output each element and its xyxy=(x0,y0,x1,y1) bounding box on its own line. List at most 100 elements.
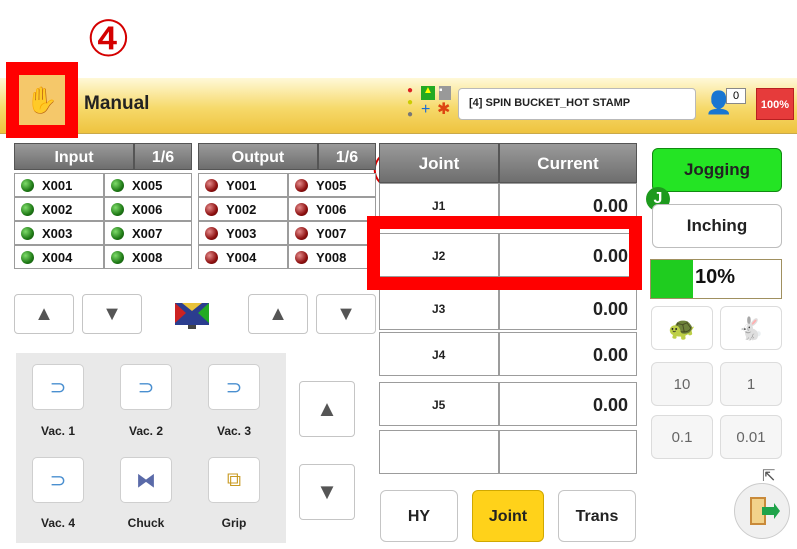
annotation-marker-4: ④ xyxy=(86,10,131,68)
bug-icon: ✱ xyxy=(437,101,451,118)
jogging-button[interactable]: Jogging xyxy=(652,148,782,192)
io-item: Y008 xyxy=(288,245,376,269)
step-10-button[interactable]: 10 xyxy=(651,362,713,406)
monitor-icon[interactable] xyxy=(168,294,216,334)
current-column-header: Current xyxy=(499,143,637,183)
io-item: X007 xyxy=(104,221,192,245)
io-item: Y004 xyxy=(198,245,288,269)
led-on-icon xyxy=(21,250,34,264)
joint-name: J5 xyxy=(379,382,499,426)
tab-trans[interactable]: Trans xyxy=(558,490,636,542)
warning-icon: ● xyxy=(407,97,414,108)
chuck-icon: ⧓ xyxy=(136,469,156,492)
io-item: X006 xyxy=(104,197,192,221)
led-on-icon xyxy=(111,178,124,192)
led-off-icon xyxy=(205,202,218,216)
step-1-button[interactable]: 1 xyxy=(720,362,782,406)
tool-scroll-up-button[interactable]: ▲ xyxy=(299,381,355,437)
input-page: 1/6 xyxy=(134,143,192,170)
vacuum-icon: ⊃ xyxy=(49,376,67,399)
joint-name: J3 xyxy=(379,286,499,330)
joint-empty-cell xyxy=(379,430,499,474)
joint-name: J4 xyxy=(379,332,499,376)
input-header: Input xyxy=(14,143,134,170)
io-item: Y003 xyxy=(198,221,288,245)
io-item: Y007 xyxy=(288,221,376,245)
io-item: X005 xyxy=(104,173,192,197)
io-item: X008 xyxy=(104,245,192,269)
page-title: Manual xyxy=(84,93,150,114)
exit-door-icon[interactable] xyxy=(734,483,790,539)
io-item: Y001 xyxy=(198,173,288,197)
vacuum-1-button[interactable]: ⊃ xyxy=(32,364,84,410)
program-name-field[interactable]: [4] SPIN BUCKET_HOT STAMP xyxy=(458,88,696,120)
tab-hy[interactable]: HY xyxy=(380,490,458,542)
status-icon: ● xyxy=(407,109,414,120)
input-page-down-button[interactable]: ▼ xyxy=(82,294,142,334)
led-off-icon xyxy=(295,226,308,240)
input-list-1: X001 X002 X003 X004 xyxy=(14,173,104,269)
alarm-icon: ● xyxy=(407,85,414,96)
user-count-badge: 0 xyxy=(726,88,746,104)
grip-icon: ⧉ xyxy=(226,468,242,491)
speed-slider[interactable]: 10% xyxy=(650,259,782,299)
tool-label: Vac. 3 xyxy=(216,424,252,438)
vacuum-2-button[interactable]: ⊃ xyxy=(120,364,172,410)
robot-icon: ▲ xyxy=(421,86,435,100)
tool-label: Grip xyxy=(221,516,247,530)
joint-empty-cell xyxy=(499,430,637,474)
rabbit-icon: 🐇 xyxy=(737,316,765,341)
io-item: Y005 xyxy=(288,173,376,197)
chuck-button[interactable]: ⧓ xyxy=(120,457,172,503)
io-item: X002 xyxy=(14,197,104,221)
output-page-up-button[interactable]: ▲ xyxy=(248,294,308,334)
speed-fill xyxy=(651,260,693,298)
joint-value: 0.00 xyxy=(499,286,637,330)
grip-button[interactable]: ⧉ xyxy=(208,457,260,503)
speed-badge[interactable]: 100% xyxy=(756,88,794,120)
input-page-up-button[interactable]: ▲ xyxy=(14,294,74,334)
hand-icon[interactable]: ✋ xyxy=(6,62,78,138)
step-0-1-button[interactable]: 0.1 xyxy=(651,415,713,459)
vacuum-icon: ⊃ xyxy=(225,376,243,399)
led-off-icon xyxy=(205,250,218,264)
status-icons: ● ● ● ▲ ▪ + ✱ xyxy=(405,86,455,122)
tool-label: Vac. 4 xyxy=(40,516,76,530)
io-item: Y006 xyxy=(288,197,376,221)
led-on-icon xyxy=(21,202,34,216)
led-off-icon xyxy=(295,178,308,192)
arrow-down-icon: ▼ xyxy=(316,479,338,504)
step-0-01-button[interactable]: 0.01 xyxy=(720,415,782,459)
output-page-down-button[interactable]: ▼ xyxy=(316,294,376,334)
led-off-icon xyxy=(295,250,308,264)
tab-joint[interactable]: Joint xyxy=(472,490,544,542)
output-list-2: Y005 Y006 Y007 Y008 xyxy=(288,173,376,269)
tool-label: Chuck xyxy=(127,516,165,530)
output-header: Output xyxy=(198,143,318,170)
fast-speed-button[interactable]: 🐇 xyxy=(720,306,782,350)
arrow-up-icon: ▲ xyxy=(34,302,54,325)
speed-value: 10% xyxy=(695,266,736,288)
led-off-icon xyxy=(295,202,308,216)
io-item: X004 xyxy=(14,245,104,269)
turtle-icon: 🐢 xyxy=(668,316,696,341)
slow-speed-button[interactable]: 🐢 xyxy=(651,306,713,350)
joint-column-header: Joint xyxy=(379,143,499,183)
vacuum-icon: ⊃ xyxy=(49,469,67,492)
box-icon: ▪ xyxy=(439,86,451,100)
plus-icon: + xyxy=(421,101,431,118)
output-page: 1/6 xyxy=(318,143,376,170)
tool-scroll-down-button[interactable]: ▼ xyxy=(299,464,355,520)
arrow-up-icon: ▲ xyxy=(316,396,338,421)
vacuum-icon: ⊃ xyxy=(137,376,155,399)
led-off-icon xyxy=(205,226,218,240)
vacuum-3-button[interactable]: ⊃ xyxy=(208,364,260,410)
io-item: X001 xyxy=(14,173,104,197)
led-on-icon xyxy=(21,226,34,240)
vacuum-4-button[interactable]: ⊃ xyxy=(32,457,84,503)
inching-button[interactable]: Inching xyxy=(652,204,782,248)
arrow-down-icon: ▼ xyxy=(102,302,122,325)
arrow-up-icon: ▲ xyxy=(268,302,288,325)
tool-label: Vac. 1 xyxy=(40,424,76,438)
joint-value: 0.00 xyxy=(499,332,637,376)
